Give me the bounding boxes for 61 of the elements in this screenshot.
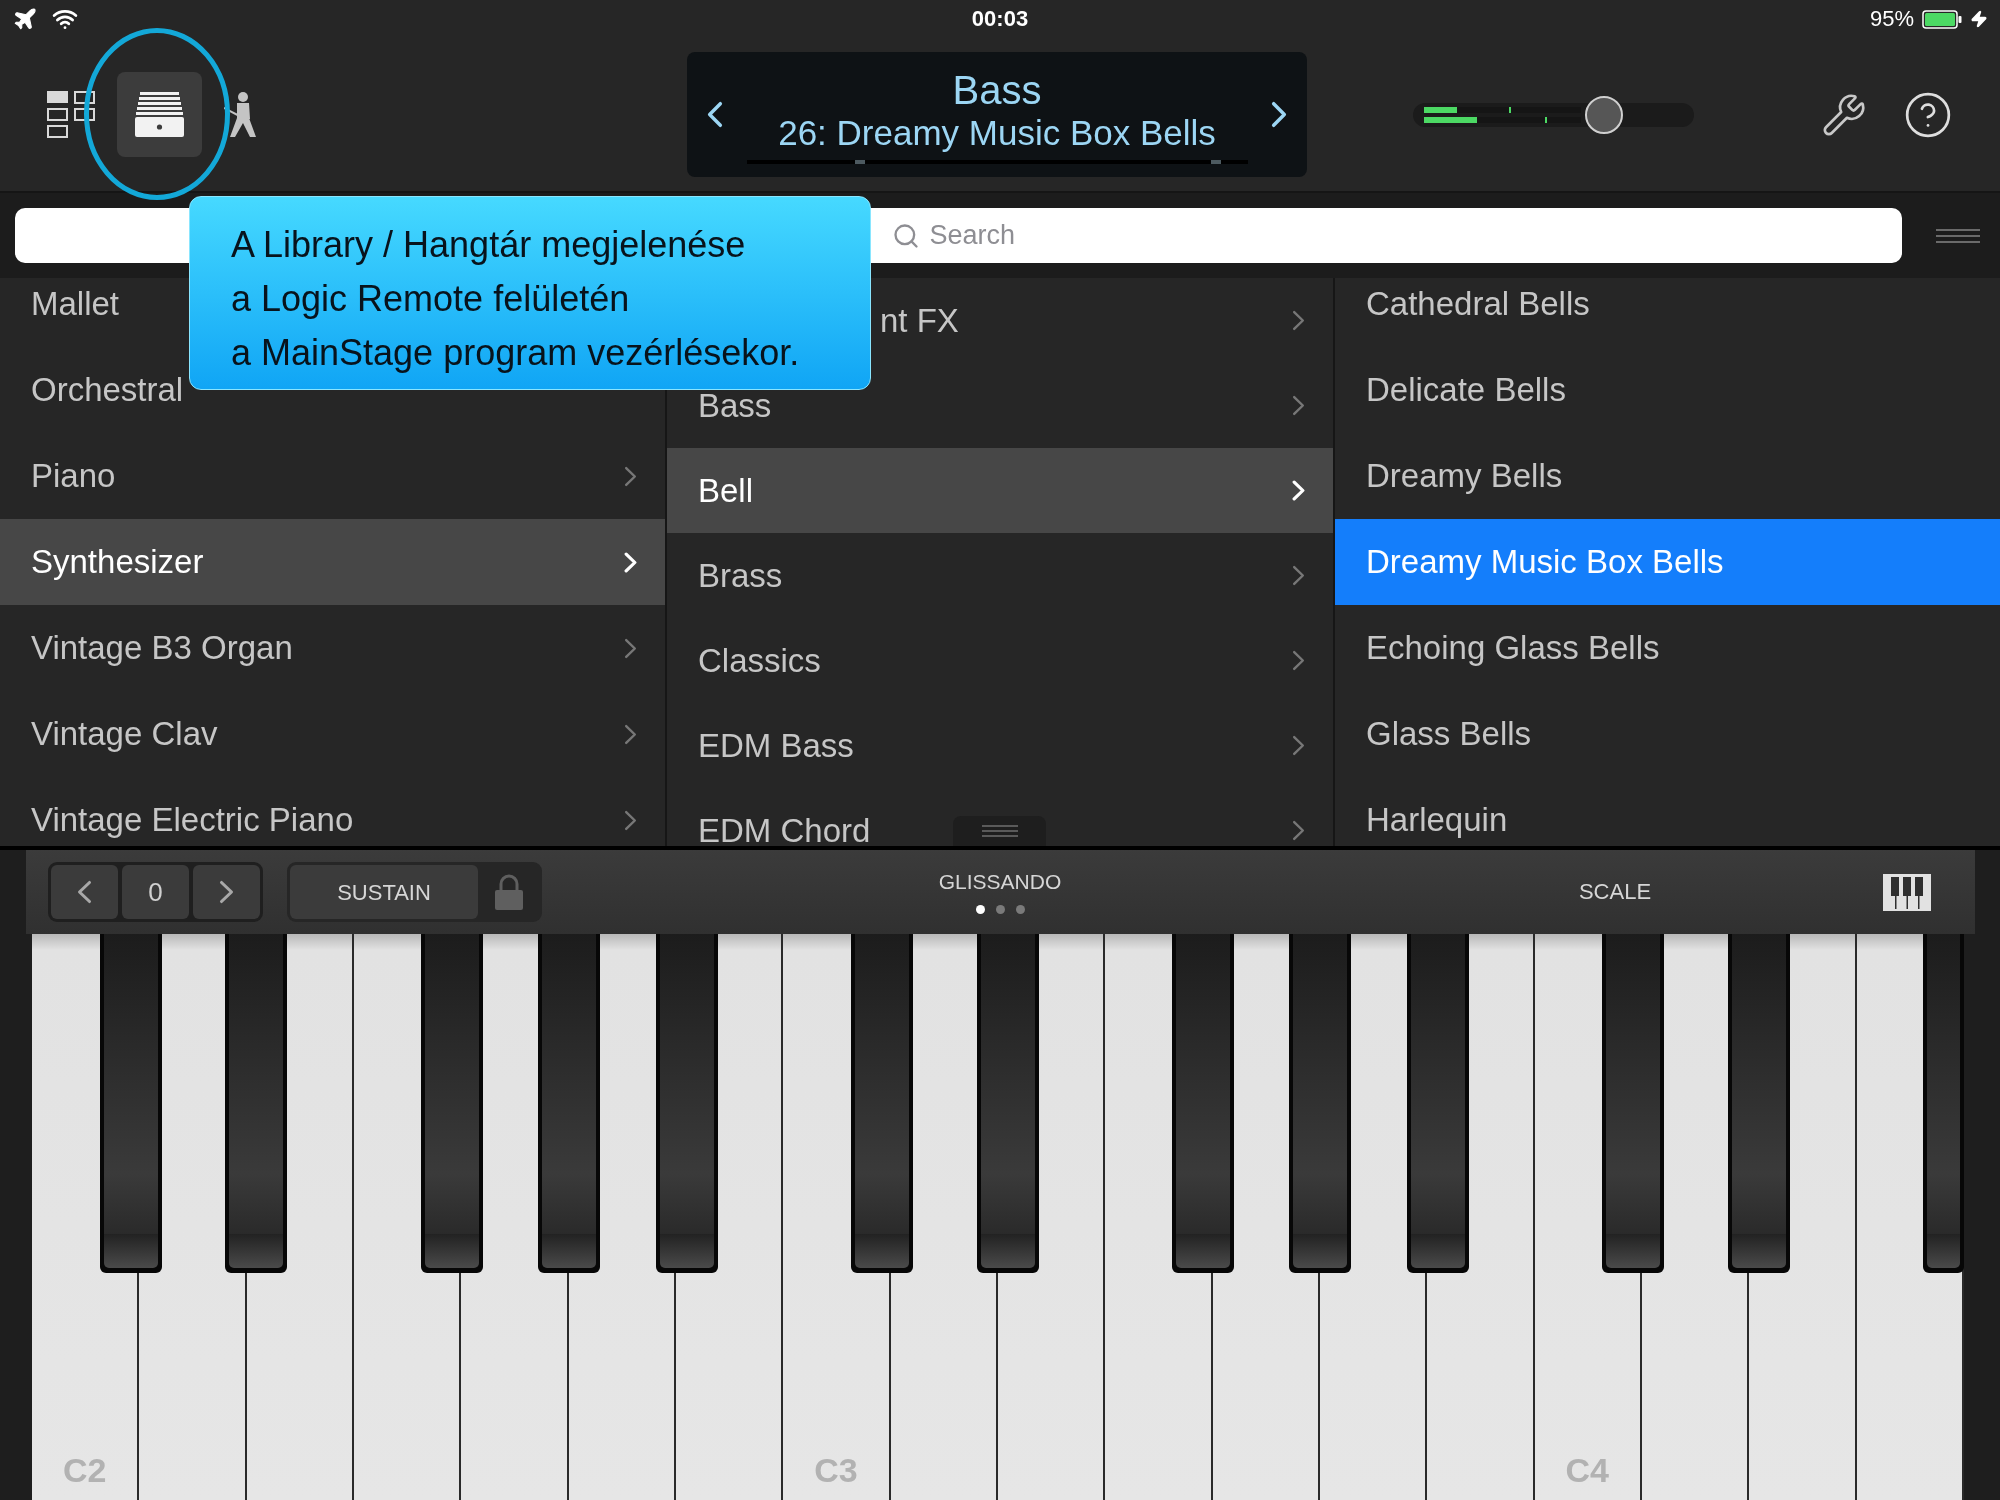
volume-slider[interactable] [1413,95,1694,134]
chevron-right-icon[interactable] [1271,100,1287,128]
drawer-icon [135,92,184,137]
sharp-key[interactable] [1172,934,1234,1273]
library-item[interactable]: Dreamy Bells [1335,433,2000,519]
library-item[interactable]: Piano [0,433,665,519]
battery-percentage: 95% [1869,8,1914,30]
library-item[interactable]: Cathedral Bells [1335,278,2000,347]
chevron-left-icon[interactable] [707,100,723,128]
person-figure-icon[interactable] [224,92,258,137]
chevron-left-icon [77,880,92,904]
sharp-key[interactable] [1289,934,1351,1273]
sharp-key[interactable] [99,934,162,1273]
library-item[interactable]: Classics [667,618,1333,703]
wrench-icon[interactable] [1821,91,1867,138]
sharp-key[interactable] [1923,934,1964,1273]
sharp-key[interactable] [1407,934,1470,1273]
sharp-key[interactable] [1728,934,1790,1273]
library-item[interactable]: Harlequin [1335,777,2000,846]
sharp-key[interactable] [655,934,718,1273]
sharp-key[interactable] [225,934,288,1273]
library-item[interactable]: Echoing Glass Bells [1335,605,2000,691]
grip-lines-icon [981,825,1018,837]
library-item[interactable]: Dreamy Music Box Bells [1335,519,2000,605]
library-item[interactable]: Vintage B3 Organ [0,605,665,691]
status-time: 00:03 [971,8,1029,30]
lock-icon[interactable] [494,874,523,910]
sustain-button[interactable]: SUSTAIN [290,865,478,919]
resize-handle[interactable] [953,816,1046,846]
mode-title: GLISSANDO [938,870,1062,893]
octave-value: 0 [122,865,189,919]
patch-category: Bass [952,68,1042,112]
scale-button[interactable]: SCALE [1578,880,1652,904]
library-item[interactable]: EDM Chord [667,788,1333,846]
search-input[interactable]: Search [929,215,1026,256]
library-item[interactable]: Bell [667,448,1333,533]
library-item[interactable]: Vintage Electric Piano [0,777,665,846]
sharp-key[interactable] [537,934,600,1273]
library-item[interactable]: Synthesizer [0,519,665,605]
sharp-key[interactable] [851,934,914,1273]
library-button[interactable] [117,72,202,157]
search-icon [891,221,920,250]
library-item[interactable]: Glass Bells [1335,691,2000,777]
airplane-mode-icon [12,6,38,32]
sharp-key[interactable] [976,934,1039,1273]
slider-thumb[interactable] [1585,95,1624,134]
piano-keys-icon[interactable] [1883,873,1931,911]
library-item[interactable]: Brass [667,533,1333,618]
charging-bolt-icon [1970,10,1988,28]
sharp-key[interactable] [1602,934,1665,1273]
octave-down-button[interactable] [51,865,118,919]
battery-icon [1922,9,1962,29]
sharp-key[interactable] [420,934,483,1273]
library-item[interactable]: Delicate Bells [1335,347,2000,433]
octave-up-button[interactable] [193,865,260,919]
menu-icon[interactable] [1936,228,1980,243]
chevron-right-icon [219,880,234,904]
library-item[interactable]: EDM Bass [667,703,1333,788]
patch-name: 26: Dreamy Music Box Bells [778,112,1216,154]
library-item[interactable]: Vintage Clav [0,691,665,777]
layout-grid-icon[interactable] [47,91,95,138]
